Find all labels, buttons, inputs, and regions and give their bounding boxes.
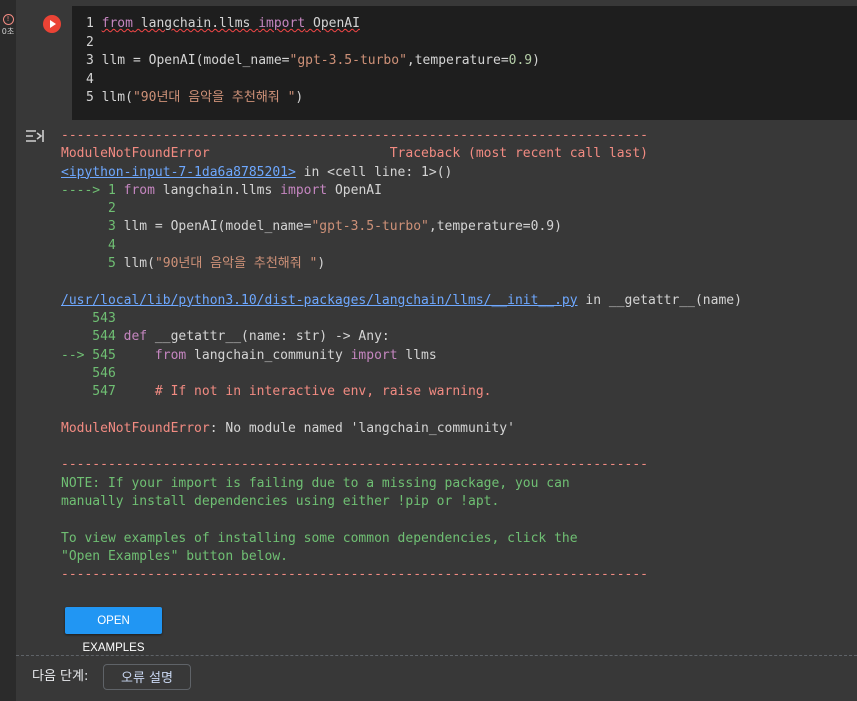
traceback-line: <ipython-input-7-1da6a8785201> in <cell … [61,164,453,180]
traceback-line: /usr/local/lib/python3.10/dist-packages/… [61,292,742,308]
traceback-line: 4 [61,237,116,253]
traceback-line: 2 [61,201,116,217]
line-number: 5 [86,90,102,105]
traceback-line: 546 [61,365,116,381]
traceback-line: "Open Examples" button below. [61,548,288,564]
traceback-line [61,401,851,419]
error-icon: ! [2,14,14,25]
run-cell-button[interactable] [43,15,61,33]
next-steps-label: 다음 단계: [32,669,89,684]
traceback-line: 5 llm("90년대 음악을 추천해줘 ") [61,256,326,272]
traceback-line: ----------------------------------------… [61,457,648,473]
traceback-line: manually install dependencies using eith… [61,493,500,509]
code-line: 2 [86,34,102,52]
traceback-line: 547 # If not in interactive env, raise w… [61,384,492,400]
traceback-line: ----------------------------------------… [61,567,648,583]
traceback-line: ----> 1 from langchain.llms import OpenA… [61,182,382,198]
execution-status: ! 0초 [0,14,16,37]
traceback-text: ----------------------------------------… [61,127,851,584]
traceback-line: ModuleNotFoundError: No module named 'la… [61,420,515,436]
traceback-line [61,273,851,291]
line-number: 4 [86,71,102,87]
cell-output: ----------------------------------------… [16,120,857,654]
cell-gutter [0,0,16,701]
traceback-line: 3 llm = OpenAI(model_name="gpt-3.5-turbo… [61,219,562,235]
traceback-line: ----------------------------------------… [61,128,648,143]
explain-error-button[interactable]: 오류 설명 [103,664,191,690]
code-line: 5 llm("90년대 음악을 추천해줘 ") [86,90,304,105]
code-cell: 1 from langchain.llms import OpenAI 2 3 l… [16,0,857,120]
traceback-line: 544 def __getattr__(name: str) -> Any: [61,329,390,345]
line-number: 1 [86,16,102,31]
code-line: 4 [86,71,102,89]
code-editor[interactable]: 1 from langchain.llms import OpenAI 2 3 l… [72,6,857,120]
code-line: 3 llm = OpenAI(model_name="gpt-3.5-turbo… [86,53,540,68]
code-line: 1 from langchain.llms import OpenAI [86,16,360,31]
traceback-line: NOTE: If your import is failing due to a… [61,475,570,491]
traceback-line [61,438,851,456]
open-examples-button[interactable]: OPEN EXAMPLES [65,607,162,654]
traceback-line: --> 545 from langchain_community import … [61,347,437,363]
line-number: 3 [86,53,102,68]
traceback-line: 543 [61,310,116,326]
execution-time: 0초 [1,27,15,36]
divider [16,655,857,656]
traceback-line [61,511,851,529]
line-number: 2 [86,34,102,50]
traceback-line: ModuleNotFoundError Traceback (most rece… [61,146,648,162]
output-toggle-icon[interactable] [24,127,46,145]
traceback-line: To view examples of installing some comm… [61,530,578,546]
